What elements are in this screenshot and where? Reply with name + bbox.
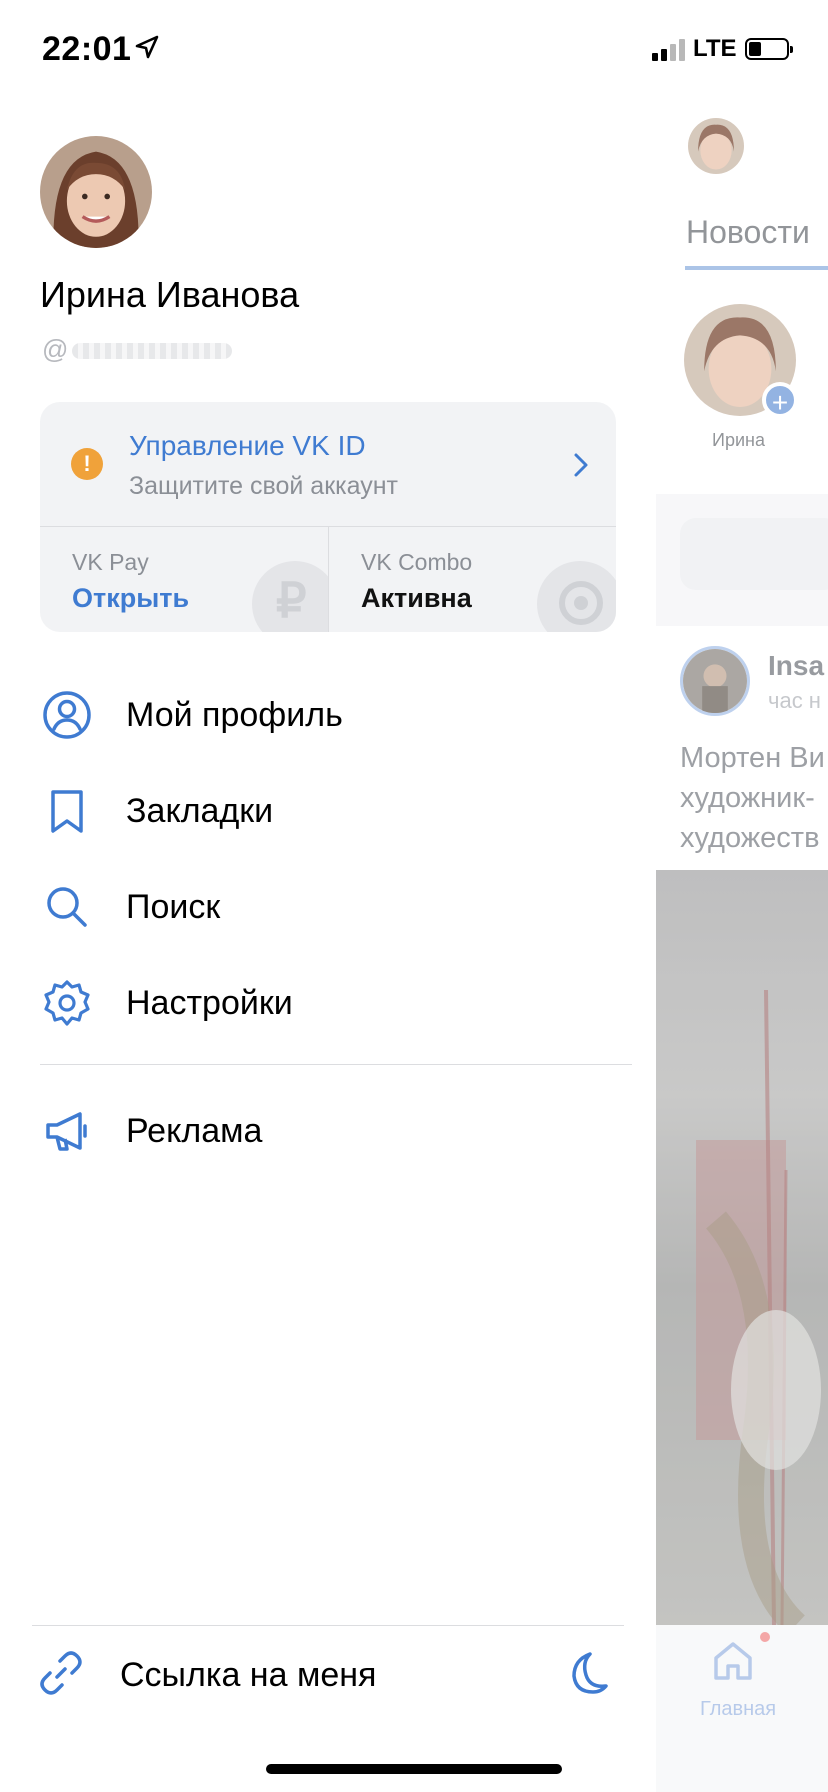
bookmark-icon xyxy=(51,790,83,833)
menu-label: Реклама xyxy=(126,1112,263,1150)
vk-pay-cell[interactable]: ₽ VK Pay Открыть xyxy=(40,527,328,632)
user-handle[interactable]: @ xyxy=(42,334,233,365)
news-feed-preview[interactable]: Новости + Ирина Insa час н Мортен Ви худ… xyxy=(656,0,828,1792)
share-link-row[interactable]: Ссылка на меня xyxy=(0,1626,656,1726)
battery-icon xyxy=(744,38,793,60)
settings-icon xyxy=(44,980,90,1026)
handle-prefix: @ xyxy=(42,334,69,364)
menu-item-profile[interactable]: Мой профиль xyxy=(0,670,656,760)
home-indicator[interactable] xyxy=(266,1764,562,1774)
vk-pay-label: VK Pay xyxy=(72,549,149,575)
menu-label: Настройки xyxy=(126,984,293,1022)
vk-id-title: Управление VK ID xyxy=(129,430,366,461)
menu-divider xyxy=(40,1064,632,1065)
vk-id-subtitle: Защитите свой аккаунт xyxy=(129,472,398,500)
menu-item-ads[interactable]: Реклама xyxy=(0,1086,656,1176)
vk-combo-label: VK Combo xyxy=(361,549,473,575)
status-time: 22:01 xyxy=(42,30,132,68)
signal-icon xyxy=(652,37,685,61)
feed-dim-overlay xyxy=(656,0,828,1792)
network-type: LTE xyxy=(693,35,737,62)
menu-item-settings[interactable]: Настройки xyxy=(0,958,656,1048)
profile-avatar[interactable] xyxy=(40,136,152,248)
vk-combo-status: Активна xyxy=(361,583,472,613)
link-icon xyxy=(40,1651,82,1695)
combo-icon xyxy=(559,581,603,625)
handle-redacted xyxy=(72,343,233,360)
menu-label: Закладки xyxy=(126,792,274,830)
share-link-label: Ссылка на меня xyxy=(120,1656,377,1694)
warning-icon: ! xyxy=(71,448,103,480)
vk-combo-cell[interactable]: VK Combo Активна xyxy=(329,527,616,632)
moon-icon[interactable] xyxy=(560,1648,610,1698)
menu-label: Мой профиль xyxy=(126,696,343,734)
profile-icon xyxy=(43,691,91,739)
ruble-icon: ₽ xyxy=(276,575,307,628)
vk-id-manage-row[interactable]: ! Управление VK ID Защитите свой аккаунт xyxy=(40,402,616,526)
location-arrow-icon xyxy=(135,35,159,59)
megaphone-icon xyxy=(46,1112,87,1151)
vk-pay-open[interactable]: Открыть xyxy=(72,583,189,614)
status-indicators: LTE xyxy=(652,34,793,64)
search-icon xyxy=(47,887,87,927)
user-name[interactable]: Ирина Иванова xyxy=(40,274,299,316)
chevron-right-icon xyxy=(574,453,588,477)
menu-label: Поиск xyxy=(126,888,221,926)
side-drawer: 22:01 Ирина Иванова @ ! Управление VK ID… xyxy=(0,0,656,1792)
menu-item-bookmarks[interactable]: Закладки xyxy=(0,766,656,856)
menu-item-search[interactable]: Поиск xyxy=(0,862,656,952)
vk-id-card: ! Управление VK ID Защитите свой аккаунт… xyxy=(40,402,616,632)
